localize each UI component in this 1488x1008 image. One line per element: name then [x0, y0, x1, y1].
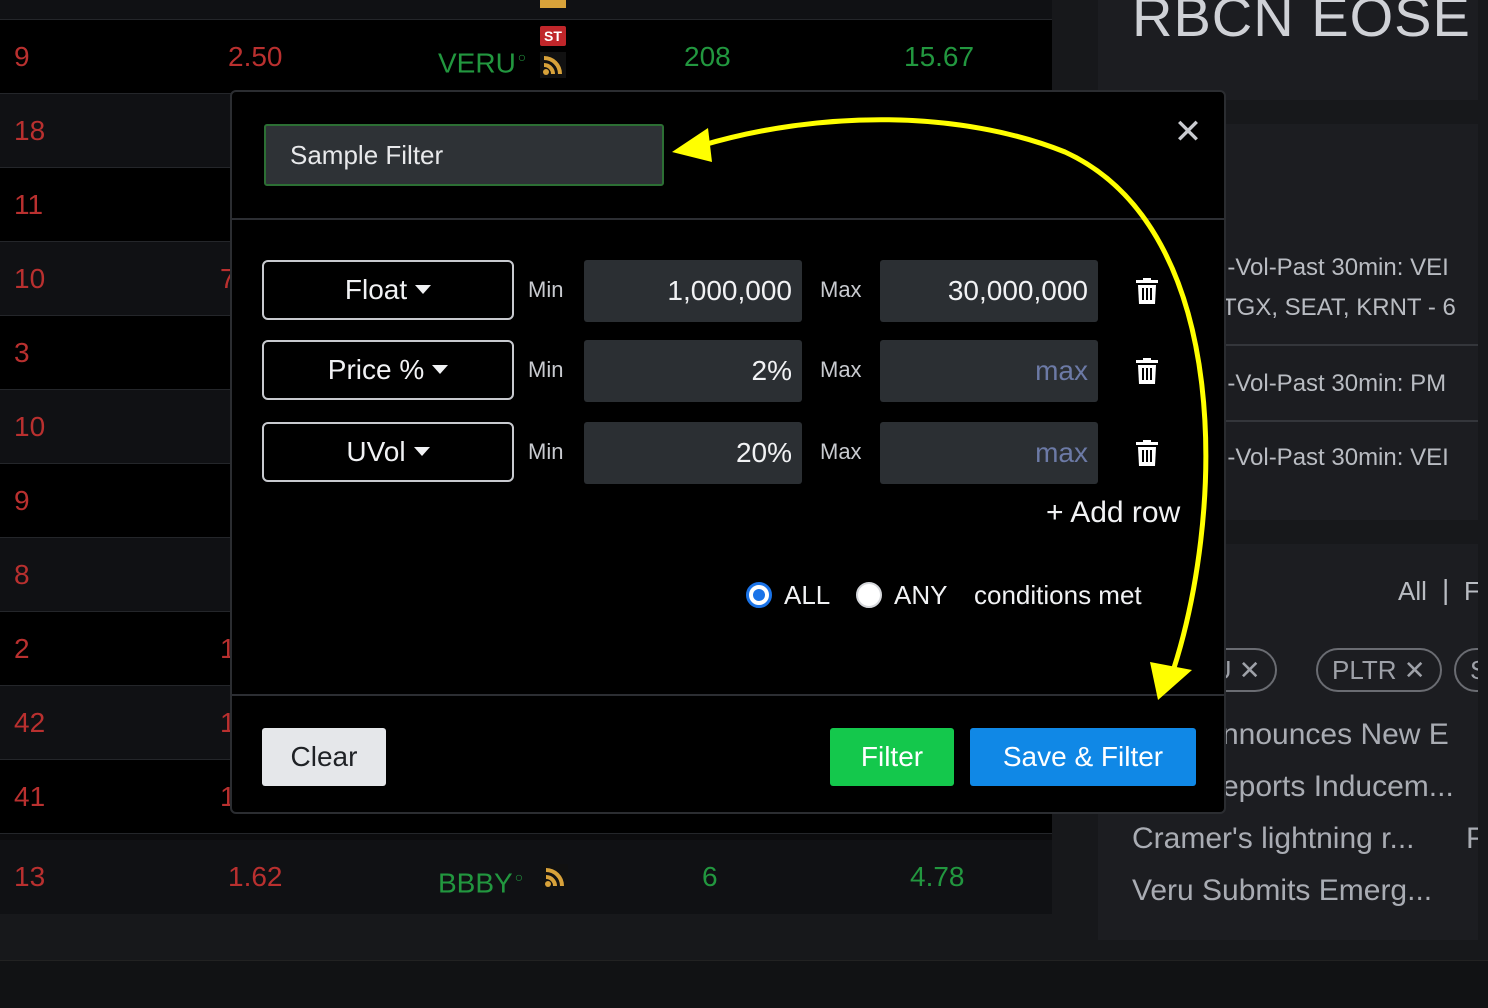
chip-remove-icon[interactable]: ✕ — [1404, 655, 1426, 685]
rank-cell: 42 — [14, 707, 46, 738]
filter-modal: ✕ Float Min Max Price % Min Max — [230, 90, 1226, 814]
min-label: Min — [528, 277, 564, 302]
table-row[interactable]: 9 2.50 VERU ○ ST 208 15.67 — [0, 20, 1052, 94]
min-label: Min — [528, 439, 564, 464]
trash-icon[interactable] — [1136, 278, 1158, 304]
rank-cell: 18 — [14, 115, 46, 146]
modal-footer: Clear Filter Save & Filter — [232, 694, 1224, 812]
rank-cell: 10 — [14, 411, 46, 442]
radio-all[interactable] — [746, 582, 772, 608]
chip-label: PLTR — [1332, 655, 1397, 685]
news-headline[interactable]: eports Inducem... — [1222, 770, 1454, 804]
rss-news-icon[interactable] — [542, 864, 568, 890]
change-cell: 15.67 — [904, 41, 975, 72]
news-headline[interactable]: Veru Submits Emerg... — [1132, 874, 1432, 908]
rank-cell: 9 — [14, 485, 30, 516]
conditions-suffix: conditions met — [974, 580, 1142, 610]
max-label: Max — [820, 277, 862, 302]
volume-cell: 208 — [684, 41, 731, 72]
rank-cell: 11 — [14, 189, 44, 220]
caret-down-icon — [413, 447, 430, 457]
max-input[interactable] — [880, 260, 1098, 322]
field-dropdown[interactable]: Price % — [262, 340, 514, 400]
ticker-chip[interactable]: S — [1454, 648, 1478, 692]
save-and-filter-button[interactable]: Save & Filter — [970, 728, 1196, 786]
modal-header: ✕ — [232, 92, 1224, 220]
symbol-cell[interactable]: BBBY ○ — [438, 840, 523, 914]
close-icon[interactable]: ✕ — [1170, 114, 1206, 150]
table-row[interactable] — [0, 0, 1052, 20]
field-label: UVol — [346, 436, 406, 467]
rank-cell: 2 — [14, 633, 30, 664]
price-cell: 1.62 — [228, 861, 283, 892]
alert-item[interactable]: l-Vol-Past 30min: VEI — [1222, 444, 1449, 472]
caret-down-icon — [432, 365, 449, 375]
divider — [1222, 420, 1478, 422]
symbol-text: BBBY — [438, 867, 513, 899]
symbol-text: VERU — [438, 47, 516, 79]
rss-news-icon[interactable] — [540, 52, 566, 78]
min-input[interactable] — [584, 340, 802, 402]
table-footer — [0, 914, 1076, 940]
tickers-card: RBCN EOSE — [1098, 0, 1478, 100]
filter-name-input[interactable] — [264, 124, 664, 186]
filter-row: Float Min Max — [262, 260, 1222, 322]
tab-next[interactable]: F — [1464, 576, 1478, 607]
field-label: Price % — [327, 354, 425, 385]
volume-cell: 6 — [702, 861, 718, 892]
tab-all[interactable]: All — [1398, 576, 1427, 607]
filter-row: Price % Min Max — [262, 340, 1222, 402]
news-headline-extra[interactable]: F — [1466, 822, 1478, 856]
max-input[interactable] — [880, 422, 1098, 484]
caret-down-icon — [415, 285, 432, 295]
field-dropdown[interactable]: UVol — [262, 422, 514, 482]
alert-item[interactable]: l-Vol-Past 30min: PM — [1222, 370, 1446, 398]
symbol-cell[interactable]: VERU ○ — [438, 20, 526, 94]
max-input[interactable] — [880, 340, 1098, 402]
filter-button[interactable]: Filter — [830, 728, 954, 786]
symbol-marker: ○ — [514, 869, 524, 885]
chip-remove-icon[interactable]: ✕ — [1239, 655, 1261, 685]
stocktwits-badge[interactable]: ST — [540, 26, 566, 46]
min-label: Min — [528, 357, 564, 382]
trash-icon[interactable] — [1136, 440, 1158, 466]
rank-cell: 8 — [14, 559, 30, 590]
alert-item[interactable]: l-Vol-Past 30min: VEI — [1222, 254, 1449, 282]
radio-any-label[interactable]: ANY — [894, 574, 947, 616]
price-cell: 2.50 — [228, 41, 283, 72]
ticker-chip[interactable]: PLTR ✕ — [1316, 648, 1442, 692]
divider — [1222, 344, 1478, 346]
filter-row: UVol Min Max — [262, 422, 1222, 484]
chip-label: S — [1470, 655, 1478, 685]
add-row-button[interactable]: + Add row — [1046, 496, 1180, 530]
news-headline[interactable]: nnounces New E — [1222, 718, 1449, 752]
trash-icon[interactable] — [1136, 358, 1158, 384]
radio-any[interactable] — [856, 582, 882, 608]
rank-cell: 9 — [14, 41, 30, 72]
news-icon[interactable] — [540, 0, 570, 8]
clear-button[interactable]: Clear — [262, 728, 386, 786]
tickers-text[interactable]: RBCN EOSE — [1132, 0, 1471, 49]
change-cell: 4.78 — [910, 861, 965, 892]
alert-item-detail: TGX, SEAT, KRNT - 6 — [1222, 294, 1456, 321]
tab-separator: | — [1442, 574, 1450, 605]
table-row[interactable]: 13 1.62 BBBY ○ 6 4.78 — [0, 840, 1052, 914]
field-label: Float — [344, 274, 408, 305]
min-input[interactable] — [584, 260, 802, 322]
radio-all-label[interactable]: ALL — [784, 574, 830, 616]
rank-cell: 3 — [14, 337, 30, 368]
conditions-toggle: ALL ANY conditions met — [746, 574, 1216, 614]
max-label: Max — [820, 357, 862, 382]
rank-cell: 41 — [14, 781, 46, 812]
field-dropdown[interactable]: Float — [262, 260, 514, 320]
row-badges: ST — [540, 26, 570, 78]
symbol-marker: ○ — [517, 49, 527, 65]
max-label: Max — [820, 439, 862, 464]
bottom-bar — [0, 960, 1488, 1008]
min-input[interactable] — [584, 422, 802, 484]
rank-cell: 13 — [14, 861, 46, 892]
news-headline[interactable]: Cramer's lightning r... — [1132, 822, 1415, 856]
rank-cell: 10 — [14, 263, 46, 294]
